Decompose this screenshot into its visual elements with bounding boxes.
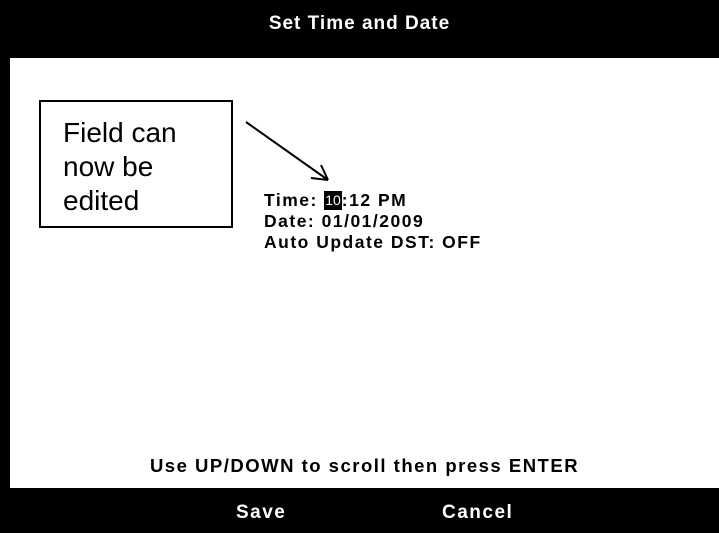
time-label: Time: (264, 190, 325, 210)
soft-key-bar: Save Cancel (0, 488, 719, 533)
content-panel: Field can now be edited Time: 10:12 PM D… (10, 58, 719, 488)
time-rest: :12 PM (341, 190, 408, 210)
date-row[interactable]: Date: 01/01/2009 (264, 211, 482, 232)
screen-title: Set Time and Date (0, 0, 719, 58)
callout-line-2: now be (63, 151, 154, 182)
dst-row[interactable]: Auto Update DST: OFF (264, 232, 482, 253)
callout-line-3: edited (63, 185, 140, 216)
cancel-button[interactable]: Cancel (442, 502, 513, 524)
save-button[interactable]: Save (236, 502, 286, 524)
time-hour-field[interactable]: 10 (324, 191, 342, 210)
date-value[interactable]: 01/01/2009 (322, 211, 425, 231)
time-row[interactable]: Time: 10:12 PM (264, 190, 482, 211)
dst-value[interactable]: OFF (442, 232, 482, 252)
instruction-text: Use UP/DOWN to scroll then press ENTER (149, 455, 580, 476)
date-label: Date: (264, 211, 322, 231)
dst-label: Auto Update DST: (264, 232, 443, 252)
callout-box: Field can now be edited (39, 100, 233, 228)
device-screen: Set Time and Date Field can now be edite… (0, 0, 719, 533)
callout-line-1: Field can (63, 117, 177, 148)
arrow-icon (245, 121, 329, 181)
settings-fields: Time: 10:12 PM Date: 01/01/2009 Auto Upd… (264, 190, 482, 253)
